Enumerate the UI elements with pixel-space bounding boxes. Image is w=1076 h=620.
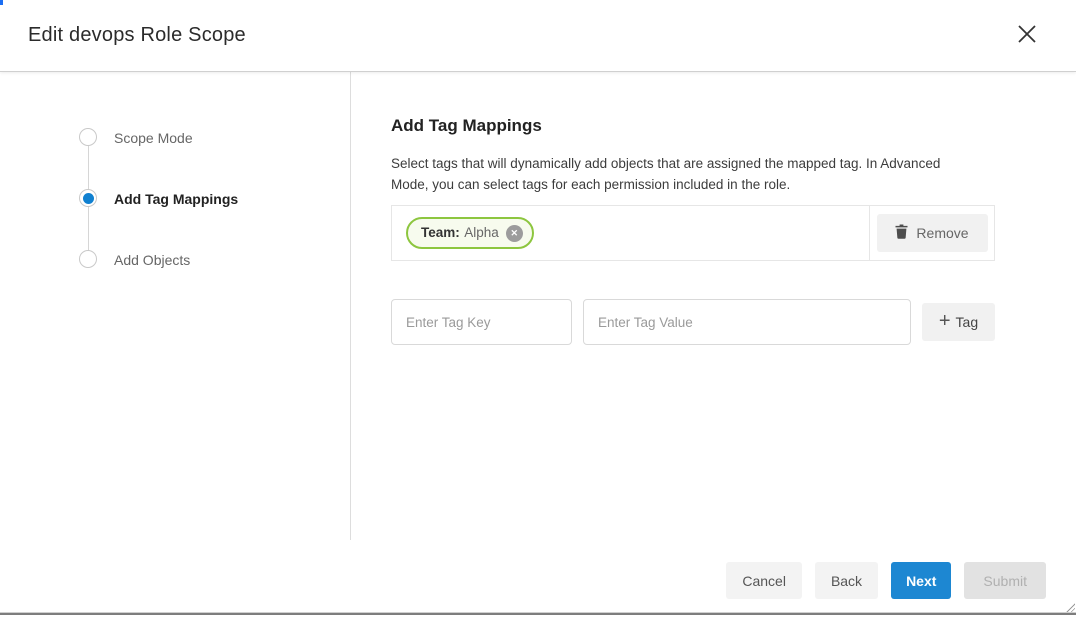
remove-button-label: Remove	[916, 225, 968, 241]
step-circle-add-tag-mappings[interactable]	[79, 189, 97, 207]
dialog-footer: Cancel Back Next Submit	[726, 562, 1046, 599]
dialog-header: Edit devops Role Scope	[0, 0, 1076, 72]
tag-key-input[interactable]	[391, 299, 572, 345]
close-button[interactable]	[1014, 23, 1040, 49]
window-bottom-edge	[0, 612, 1076, 615]
next-button[interactable]: Next	[891, 562, 951, 599]
cancel-button[interactable]: Cancel	[726, 562, 802, 599]
plus-icon: +	[939, 311, 951, 331]
back-button[interactable]: Back	[815, 562, 878, 599]
chip-remove-x-icon[interactable]: ✕	[506, 225, 523, 242]
trash-icon	[895, 224, 908, 242]
tag-value-label: Alpha	[464, 225, 499, 240]
sidebar-step-add-objects[interactable]: Add Objects	[114, 251, 190, 269]
tag-value-input[interactable]	[583, 299, 911, 345]
sidebar-step-scope-mode[interactable]: Scope Mode	[114, 129, 193, 147]
edit-role-scope-dialog: Edit devops Role Scope Scope Mode Add Ta…	[0, 0, 1076, 620]
step-circle-scope-mode[interactable]	[79, 128, 97, 146]
tag-key-label: Team:	[421, 225, 460, 240]
window-resize-handle[interactable]	[1065, 602, 1075, 612]
tag-mapping-list: Team: Alpha ✕ Remove	[391, 205, 995, 261]
screen-corner-artifact	[0, 0, 3, 5]
page-description: Select tags that will dynamically add ob…	[391, 153, 976, 195]
dialog-title: Edit devops Role Scope	[28, 24, 246, 47]
close-icon	[1016, 23, 1038, 48]
remove-cell: Remove	[869, 206, 994, 260]
tag-chip-area: Team: Alpha ✕	[392, 206, 869, 260]
add-tag-button-label: Tag	[956, 314, 979, 330]
active-step-dot	[83, 193, 94, 204]
page-title: Add Tag Mappings	[391, 116, 542, 136]
submit-button: Submit	[964, 562, 1046, 599]
add-tag-button[interactable]: + Tag	[922, 303, 995, 341]
remove-button[interactable]: Remove	[877, 214, 988, 252]
sidebar-divider	[350, 72, 351, 540]
step-circle-add-objects[interactable]	[79, 250, 97, 268]
tag-chip-team-alpha: Team: Alpha ✕	[406, 217, 534, 249]
sidebar-step-add-tag-mappings[interactable]: Add Tag Mappings	[114, 190, 238, 208]
